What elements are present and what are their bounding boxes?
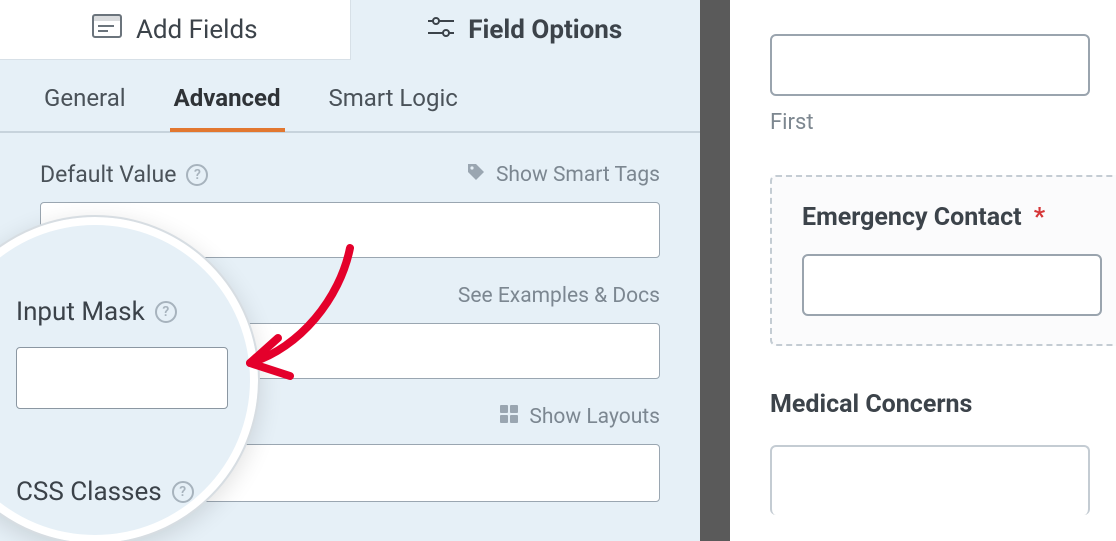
show-smart-tags-link[interactable]: Show Smart Tags: [466, 162, 660, 188]
see-examples-label: See Examples & Docs: [458, 284, 660, 308]
medical-concerns-textarea[interactable]: [770, 445, 1090, 515]
emergency-contact-fieldset: Emergency Contact *: [770, 175, 1116, 346]
magnified-css-classes-label: CSS Classes: [16, 477, 162, 507]
sub-tabs: General Advanced Smart Logic: [0, 60, 700, 133]
tag-icon: [466, 162, 486, 188]
show-layouts-label: Show Layouts: [529, 405, 660, 429]
tab-add-fields[interactable]: Add Fields: [0, 0, 351, 60]
help-icon: ?: [172, 481, 194, 503]
show-smart-tags-label: Show Smart Tags: [496, 163, 660, 187]
form-preview: First Emergency Contact * Medical Concer…: [730, 0, 1116, 541]
form-icon: [92, 14, 122, 45]
panel-divider: [700, 0, 730, 541]
magnified-input-mask-label-wrap: Input Mask ?: [16, 297, 228, 327]
subtab-general[interactable]: General: [40, 84, 130, 131]
sidebar-panel: Add Fields Field Options General Advance…: [0, 0, 700, 541]
required-star: *: [1034, 203, 1045, 232]
emergency-contact-input[interactable]: [802, 254, 1102, 316]
first-name-sublabel: First: [770, 110, 1116, 135]
show-layouts-link[interactable]: Show Layouts: [499, 404, 660, 430]
first-name-input[interactable]: [770, 34, 1090, 96]
grid-icon: [499, 404, 519, 430]
help-icon[interactable]: ?: [186, 164, 208, 186]
subtab-smart-logic[interactable]: Smart Logic: [325, 84, 462, 131]
magnified-css-classes-label-wrap: CSS Classes ?: [16, 477, 228, 507]
tab-field-options[interactable]: Field Options: [351, 0, 701, 60]
magnified-input-mask-input: [16, 347, 228, 409]
emergency-contact-title: Emergency Contact *: [802, 203, 1116, 232]
main-tabs: Add Fields Field Options: [0, 0, 700, 60]
see-examples-link[interactable]: See Examples & Docs: [458, 284, 660, 308]
tab-field-options-label: Field Options: [468, 15, 622, 45]
help-icon: ?: [155, 301, 177, 323]
sliders-icon: [428, 15, 454, 45]
subtab-advanced[interactable]: Advanced: [170, 84, 285, 132]
app-root: Add Fields Field Options General Advance…: [0, 0, 1116, 541]
medical-concerns-title: Medical Concerns: [770, 390, 1116, 419]
default-value-label: Default Value: [40, 161, 176, 188]
magnified-input-mask-label: Input Mask: [16, 297, 145, 327]
emergency-contact-label: Emergency Contact: [802, 203, 1022, 232]
default-value-label-wrap: Default Value ?: [40, 161, 208, 188]
tab-add-fields-label: Add Fields: [136, 15, 258, 45]
